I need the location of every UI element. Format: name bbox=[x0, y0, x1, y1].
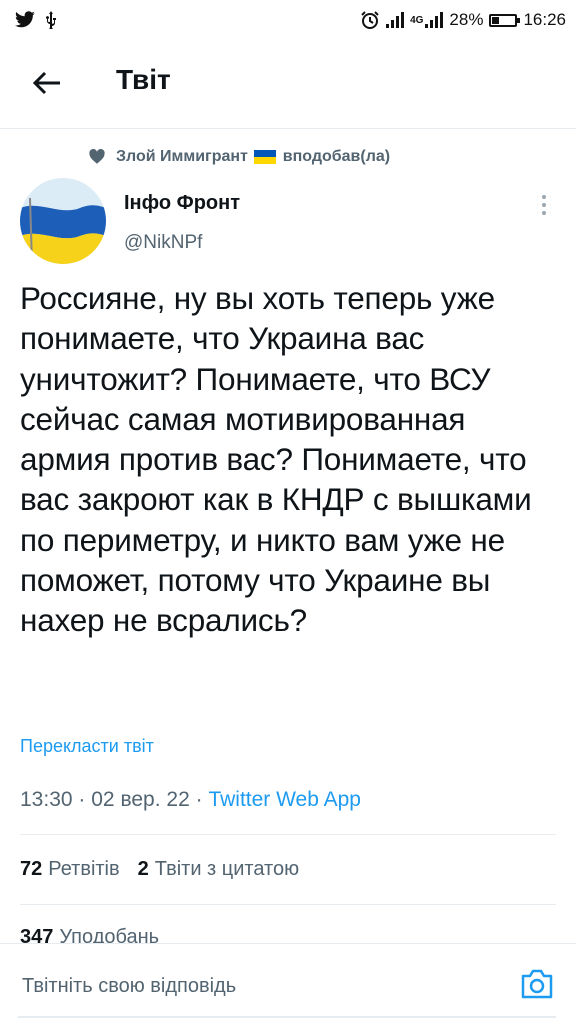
clock: 16:26 bbox=[523, 10, 566, 29]
translate-tweet-link[interactable]: Перекласти твіт bbox=[20, 736, 154, 757]
author-name[interactable]: Інфо Фронт bbox=[124, 192, 240, 215]
ukraine-flag-avatar-image bbox=[20, 178, 106, 264]
retweets-stat[interactable]: 72 Ретвітів bbox=[20, 858, 120, 881]
tweet-text: Россияне, ну вы хоть теперь уже понимает… bbox=[20, 280, 532, 639]
social-context-action: вподобав(ла) bbox=[282, 148, 391, 165]
meta-separator: · bbox=[78, 788, 86, 811]
camera-icon bbox=[521, 969, 553, 999]
signal-icon bbox=[386, 12, 405, 28]
divider bbox=[20, 904, 556, 905]
social-context-user: Злой Иммигрант bbox=[116, 148, 248, 165]
network-type: 4G bbox=[410, 14, 424, 26]
bottom-divider bbox=[18, 1016, 556, 1018]
quotes-stat[interactable]: 2 Твіти з цитатою bbox=[138, 858, 299, 881]
tweet-metadata: 13:30 · 02 вер. 22 · Twitter Web App bbox=[20, 788, 361, 812]
tweet-source-link[interactable]: Twitter Web App bbox=[208, 788, 361, 811]
meta-separator: · bbox=[195, 788, 203, 811]
tweet-date: 02 вер. 22 bbox=[91, 788, 190, 811]
more-vertical-icon bbox=[542, 195, 546, 215]
status-left bbox=[14, 11, 58, 29]
tweet-time: 13:30 bbox=[20, 788, 73, 811]
usb-icon bbox=[46, 11, 56, 29]
twitter-bird-icon bbox=[15, 11, 35, 28]
retweets-label: Ретвітів bbox=[48, 858, 120, 880]
status-right: 4G 28% 16:26 bbox=[360, 10, 566, 30]
avatar[interactable] bbox=[20, 178, 106, 264]
battery-icon bbox=[489, 13, 521, 27]
ukraine-flag-emoji bbox=[254, 149, 277, 164]
quotes-label: Твіти з цитатою bbox=[154, 858, 300, 880]
tweet-stats: 72 Ретвітів 2 Твіти з цитатою bbox=[20, 858, 299, 881]
arrow-left-icon bbox=[32, 71, 60, 95]
app-header: Твіт bbox=[0, 40, 576, 129]
status-bar: 4G 28% 16:26 bbox=[0, 0, 576, 40]
page-title: Твіт bbox=[116, 64, 171, 95]
social-context[interactable]: Злой Иммигрант вподобав(ла) bbox=[88, 148, 390, 166]
back-button[interactable] bbox=[30, 66, 64, 100]
heart-icon bbox=[89, 148, 105, 164]
quotes-count: 2 bbox=[137, 858, 149, 880]
divider bbox=[20, 834, 556, 835]
battery-fill bbox=[492, 16, 499, 24]
reply-input[interactable] bbox=[20, 960, 494, 1012]
signal-4g-icon bbox=[425, 12, 444, 28]
author-handle[interactable]: @NikNPf bbox=[124, 232, 202, 254]
alarm-icon bbox=[361, 11, 379, 29]
more-options-button[interactable] bbox=[532, 192, 556, 218]
reply-bar bbox=[0, 943, 576, 1024]
camera-button[interactable] bbox=[520, 968, 554, 1000]
battery-percent: 28% bbox=[449, 10, 484, 29]
retweets-count: 72 bbox=[20, 858, 43, 880]
